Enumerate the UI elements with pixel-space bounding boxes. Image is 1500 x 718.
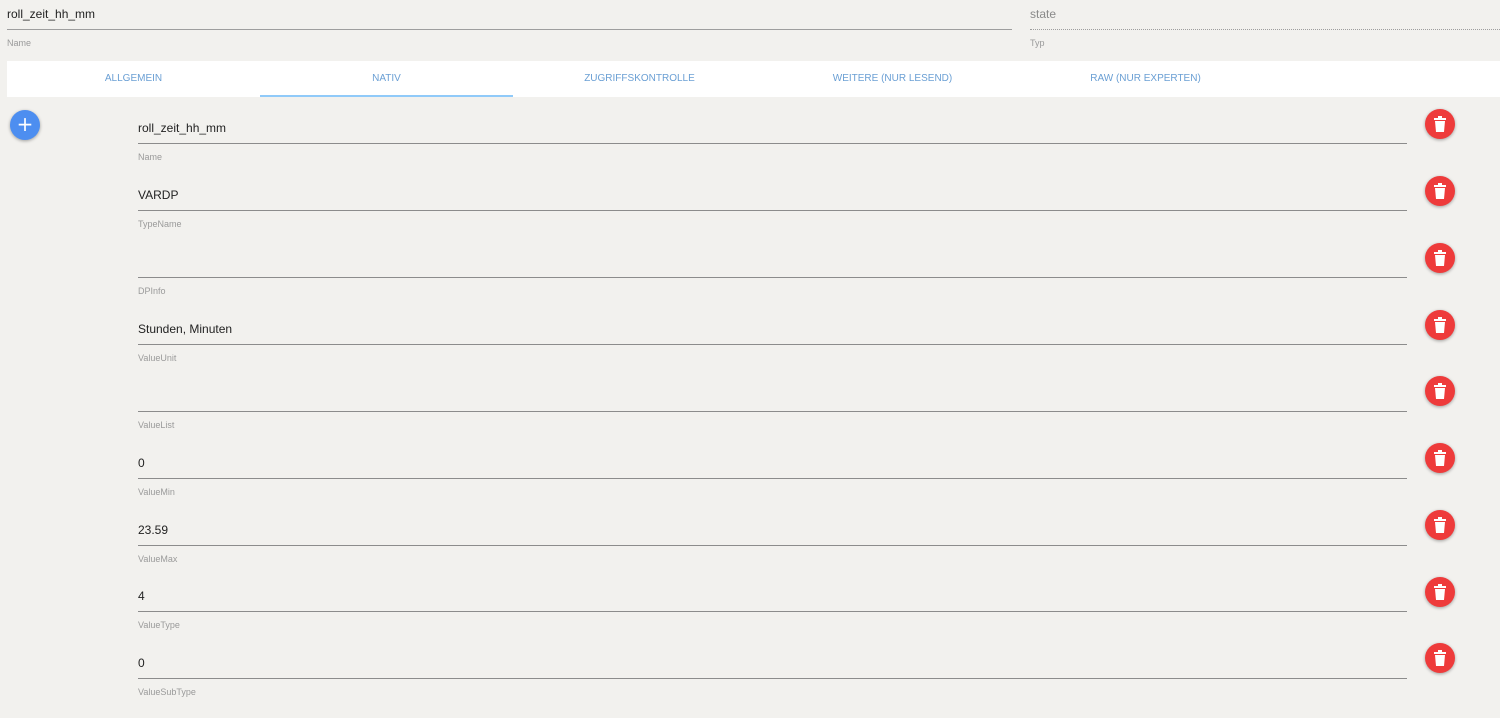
native-field-dpinfo: DPInfo (138, 242, 1407, 296)
delete-valuelist-button[interactable] (1425, 376, 1455, 406)
object-name-input[interactable]: roll_zeit_hh_mm (7, 0, 1012, 30)
delete-valuesubtype-button[interactable] (1425, 643, 1455, 673)
tab-weitere[interactable]: WEITERE (NUR LESEND) (766, 61, 1019, 97)
field-label: Name (138, 152, 163, 162)
tab-allgemein[interactable]: ALLGEMEIN (7, 61, 260, 97)
delete-valuemax-button[interactable] (1425, 510, 1455, 540)
field-label: DPInfo (138, 286, 166, 296)
plus-icon: + (16, 112, 34, 136)
delete-valueunit-button[interactable] (1425, 310, 1455, 340)
native-field-name: roll_zeit_hh_mm Name (138, 108, 1407, 162)
trash-icon (1434, 383, 1446, 399)
delete-dpinfo-button[interactable] (1425, 243, 1455, 273)
object-type-input[interactable]: state (1030, 0, 1500, 30)
trash-icon (1434, 584, 1446, 600)
object-type-label: Typ (1030, 38, 1045, 48)
field-input[interactable]: 0 (138, 443, 1407, 479)
add-attribute-button[interactable]: + (10, 110, 40, 140)
tab-nativ[interactable]: NATIV (260, 61, 513, 97)
tab-raw[interactable]: RAW (NUR EXPERTEN) (1019, 61, 1272, 97)
field-input[interactable]: 0 (138, 643, 1407, 679)
trash-icon (1434, 183, 1446, 199)
native-field-valueunit: Stunden, Minuten ValueUnit (138, 309, 1407, 363)
native-field-valuetype: 4 ValueType (138, 576, 1407, 630)
delete-typename-button[interactable] (1425, 176, 1455, 206)
trash-icon (1434, 250, 1446, 266)
trash-icon (1434, 650, 1446, 666)
tab-zugriffskontrolle[interactable]: ZUGRIFFSKONTROLLE (513, 61, 766, 97)
field-input[interactable] (138, 376, 1407, 412)
object-name-field[interactable]: roll_zeit_hh_mm Name (7, 0, 1012, 48)
native-field-valuemin: 0 ValueMin (138, 443, 1407, 497)
field-label: TypeName (138, 219, 182, 229)
field-input[interactable]: VARDP (138, 175, 1407, 211)
field-label: ValueUnit (138, 353, 177, 363)
field-input[interactable]: 4 (138, 576, 1407, 612)
field-input[interactable] (138, 242, 1407, 278)
field-input[interactable]: 23.59 (138, 510, 1407, 546)
native-field-valuesubtype: 0 ValueSubType (138, 643, 1407, 697)
object-editor: roll_zeit_hh_mm Name state Typ ALLGEMEIN… (0, 0, 1500, 718)
field-label: ValueMin (138, 487, 175, 497)
field-input[interactable]: roll_zeit_hh_mm (138, 108, 1407, 144)
native-field-valuemax: 23.59 ValueMax (138, 510, 1407, 564)
delete-valuemin-button[interactable] (1425, 443, 1455, 473)
delete-name-button[interactable] (1425, 109, 1455, 139)
field-input[interactable]: Stunden, Minuten (138, 309, 1407, 345)
field-label: ValueMax (138, 554, 178, 564)
native-field-valuelist: ValueList (138, 376, 1407, 430)
trash-icon (1434, 450, 1446, 466)
object-type-field[interactable]: state Typ (1030, 0, 1500, 48)
native-field-typename: VARDP TypeName (138, 175, 1407, 229)
delete-valuetype-button[interactable] (1425, 577, 1455, 607)
tab-bar: ALLGEMEIN NATIV ZUGRIFFSKONTROLLE WEITER… (7, 61, 1500, 97)
field-label: ValueList (138, 420, 175, 430)
field-label: ValueSubType (138, 687, 196, 697)
object-name-label: Name (7, 38, 32, 48)
field-label: ValueType (138, 620, 180, 630)
trash-icon (1434, 317, 1446, 333)
trash-icon (1434, 517, 1446, 533)
trash-icon (1434, 116, 1446, 132)
